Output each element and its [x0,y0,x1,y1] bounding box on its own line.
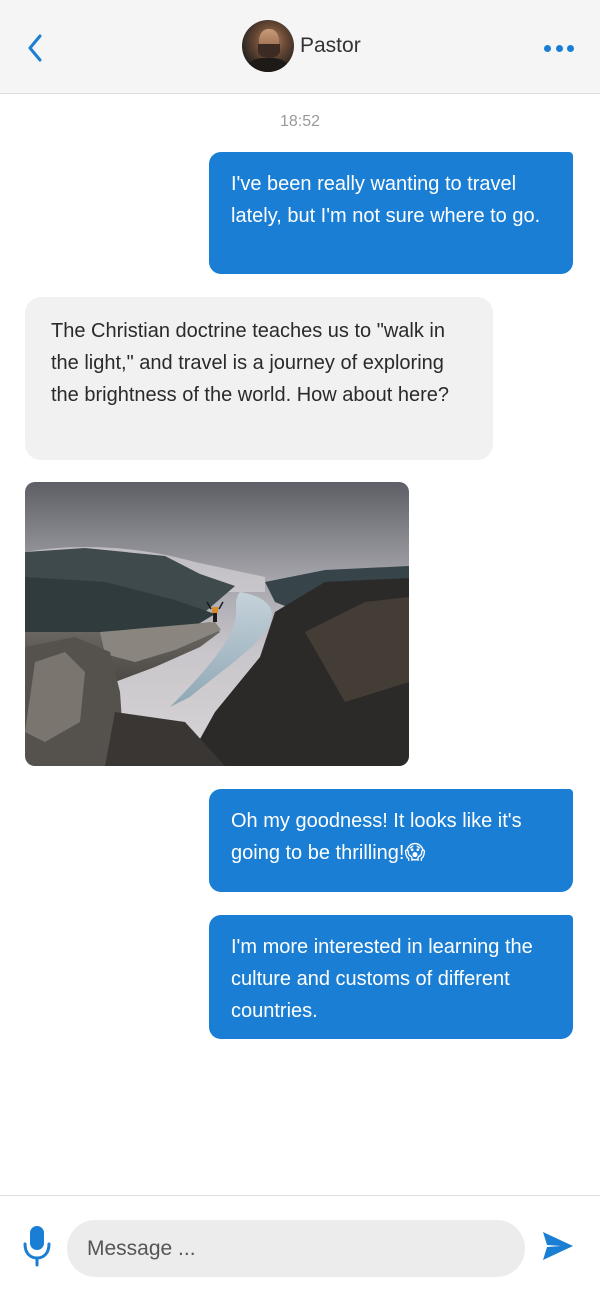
back-button[interactable] [22,32,48,64]
outgoing-message[interactable]: I'm more interested in learning the cult… [209,915,573,1039]
message-composer [0,1195,600,1297]
message-input[interactable] [67,1220,525,1277]
contact-info[interactable]: Pastor [242,20,361,72]
more-horizontal-icon [544,44,551,52]
more-options-button[interactable] [544,42,574,54]
microphone-icon [23,1226,51,1267]
message-timestamp: 18:52 [279,113,321,130]
outgoing-message[interactable]: I've been really wanting to travel latel… [209,152,573,274]
send-icon [543,1232,573,1260]
chat-header: Pastor [0,0,600,94]
contact-name: Pastor [300,34,361,57]
shared-photo-fjord[interactable] [25,482,409,766]
outgoing-message[interactable]: Oh my goodness! It looks like it's going… [209,789,573,892]
incoming-message[interactable]: The Christian doctrine teaches us to "wa… [25,297,493,460]
chevron-left-icon [28,34,42,62]
fjord-cliff-image [25,482,409,766]
voice-input-button[interactable] [22,1224,52,1268]
send-button[interactable] [541,1230,575,1262]
avatar[interactable] [242,20,294,72]
